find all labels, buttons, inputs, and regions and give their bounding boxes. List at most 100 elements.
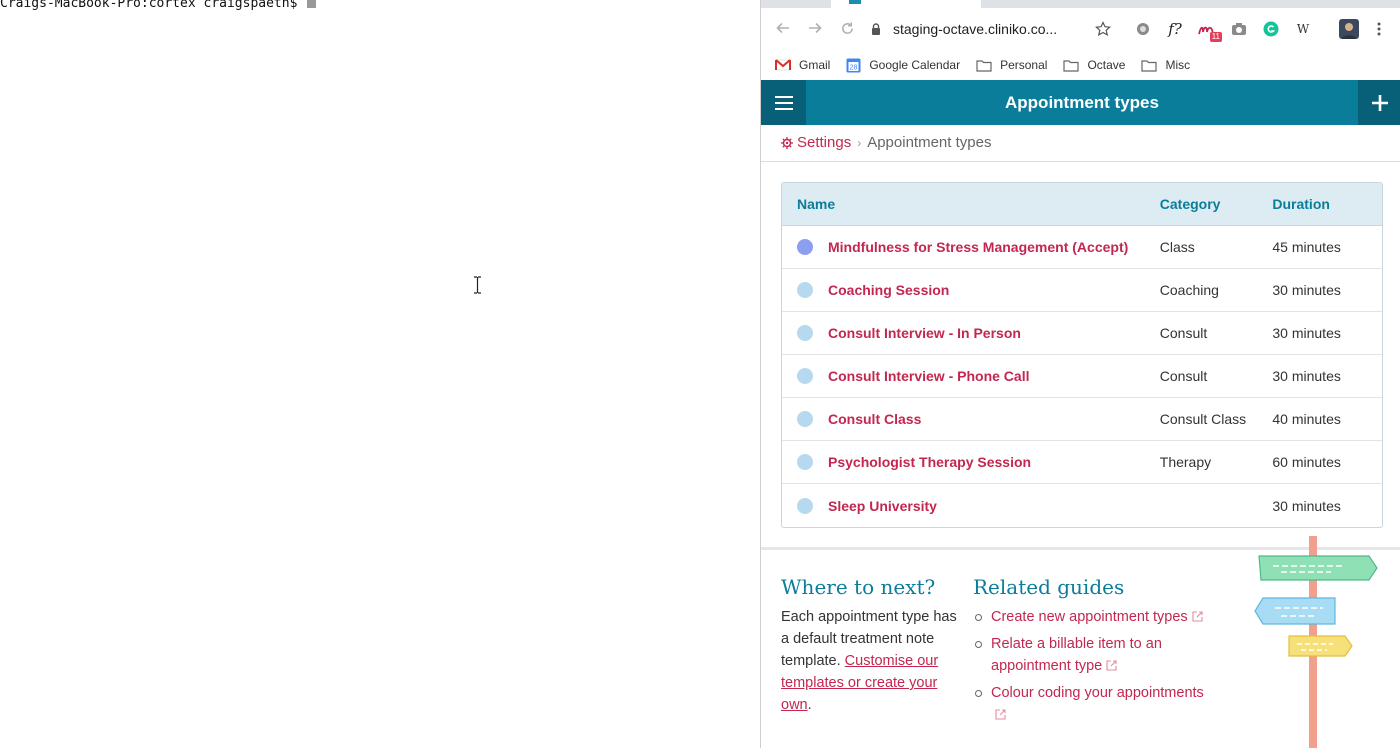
- chevron-right-icon: ›: [857, 135, 862, 150]
- bookmark-folder-personal[interactable]: Personal: [976, 58, 1047, 72]
- appointment-type-link[interactable]: Consult Interview - In Person: [828, 325, 1021, 341]
- table-row[interactable]: Consult Interview - Phone Call Consult 30 …: [782, 355, 1382, 398]
- table-row[interactable]: Coaching Session Coaching 30 minutes: [782, 269, 1382, 312]
- folder-icon: [1141, 59, 1158, 72]
- table-header: Name Category Duration: [782, 183, 1382, 226]
- guide-link-colour-coding[interactable]: Colour coding your appointments: [991, 685, 1204, 701]
- footer-help-section: Where to next? Each appointment type has…: [761, 536, 1400, 748]
- cell-duration: 45 minutes: [1272, 239, 1341, 255]
- cell-category: Coaching: [1159, 282, 1219, 298]
- appointment-type-link[interactable]: Coaching Session: [828, 282, 949, 298]
- tab-strip: [761, 0, 1400, 8]
- cell-name: Mindfulness for Stress Management (Accep…: [782, 239, 1160, 255]
- cell-duration: 30 minutes: [1272, 368, 1341, 384]
- bookmarks-bar: Gmail 28 Google Calendar Personal Octave…: [761, 50, 1400, 80]
- column-header-category: Category: [1159, 196, 1221, 212]
- terminal-cursor: [307, 0, 317, 8]
- breadcrumb-current: Appointment types: [867, 134, 992, 151]
- folder-icon: [976, 59, 992, 72]
- color-dot: [797, 239, 813, 255]
- appointment-type-link[interactable]: Sleep University: [828, 498, 937, 514]
- bookmark-folder-octave[interactable]: Octave: [1063, 58, 1125, 72]
- color-dot: [797, 454, 813, 470]
- extension-badge: 11: [1209, 32, 1222, 42]
- color-dot: [797, 368, 813, 384]
- column-header-name: Name: [797, 196, 836, 212]
- table-body: Mindfulness for Stress Management (Accep…: [782, 226, 1382, 527]
- bookmark-google-calendar[interactable]: 28 Google Calendar: [846, 58, 960, 73]
- back-icon[interactable]: [773, 18, 793, 38]
- tab-favicon: [849, 0, 861, 4]
- guide-item: Colour coding your appointments: [973, 682, 1223, 726]
- url-text: staging-octave.cliniko.co...: [893, 21, 1058, 37]
- signpost-illustration: [1254, 536, 1378, 748]
- related-guides-list: Create new appointment types Relate a bi…: [973, 606, 1223, 731]
- table-row[interactable]: Psychologist Therapy Session Therapy 60 mi…: [782, 441, 1382, 484]
- where-to-next-text: Each appointment type has a default trea…: [781, 609, 957, 713]
- cell-name: Consult Interview - Phone Call: [782, 368, 1160, 384]
- plus-icon: [1371, 94, 1388, 111]
- grammarly-icon[interactable]: [1261, 19, 1281, 39]
- cell-duration: 40 minutes: [1272, 411, 1341, 427]
- gmail-icon: [775, 59, 791, 71]
- calendar-icon: 28: [846, 58, 861, 72]
- color-dot: [797, 325, 813, 341]
- guide-link-relate-billable-item[interactable]: Relate a billable item to an appointment…: [991, 636, 1162, 674]
- browser-toolbar: staging-octave.cliniko.co... f? 11 W: [761, 8, 1400, 50]
- table-row[interactable]: Mindfulness for Stress Management (Accep…: [782, 226, 1382, 269]
- lock-icon: [872, 23, 880, 35]
- appointment-type-link[interactable]: Psychologist Therapy Session: [828, 454, 1031, 470]
- browser-window: staging-octave.cliniko.co... f? 11 W Gma…: [760, 0, 1400, 748]
- svg-text:28: 28: [850, 64, 858, 71]
- terminal-window[interactable]: Craigs-MacBook-Pro:cortex craigspaeth$: [0, 0, 760, 748]
- appointment-type-link[interactable]: Mindfulness for Stress Management (Accep…: [828, 239, 1128, 255]
- address-bar[interactable]: staging-octave.cliniko.co...: [869, 16, 1099, 42]
- color-dot: [797, 282, 813, 298]
- hamburger-menu-icon[interactable]: [761, 80, 806, 125]
- cell-duration: 30 minutes: [1272, 282, 1341, 298]
- guide-item: Create new appointment types: [973, 606, 1223, 628]
- cell-category: Consult: [1159, 368, 1208, 384]
- breadcrumb-settings-link[interactable]: Settings: [797, 134, 851, 151]
- divider: [761, 161, 1400, 162]
- app-header: Appointment types: [761, 80, 1400, 125]
- cell-category: Class: [1159, 239, 1195, 255]
- appointment-type-link[interactable]: Consult Interview - Phone Call: [828, 368, 1029, 384]
- extension-w-icon[interactable]: W: [1293, 19, 1313, 39]
- external-link-icon: [995, 709, 1006, 720]
- guide-item: Relate a billable item to an appointment…: [973, 633, 1223, 677]
- color-dot: [797, 411, 813, 427]
- guide-link-create-appointment-types[interactable]: Create new appointment types: [991, 609, 1188, 625]
- text-cursor-icon: [474, 276, 481, 294]
- reload-icon[interactable]: [837, 18, 857, 38]
- extension-m-icon[interactable]: 11: [1197, 19, 1222, 42]
- bookmark-gmail[interactable]: Gmail: [775, 58, 830, 72]
- more-menu-icon[interactable]: [1369, 19, 1389, 39]
- extension-gear-icon[interactable]: [1133, 19, 1153, 39]
- appointment-type-link[interactable]: Consult Class: [828, 411, 921, 427]
- color-dot: [797, 497, 813, 514]
- cell-category: Therapy: [1159, 454, 1212, 470]
- bookmark-star-icon[interactable]: [1093, 19, 1113, 39]
- table-row[interactable]: Consult Class Consult Class 40 minutes: [782, 398, 1382, 441]
- extension-f-icon[interactable]: f?: [1165, 19, 1185, 39]
- appointment-types-table: Name Category Duration Mindfulness for S…: [781, 182, 1383, 528]
- terminal-prompt: Craigs-MacBook-Pro:cortex craigspaeth$: [0, 0, 317, 13]
- cell-name: Coaching Session: [782, 282, 1160, 298]
- cell-name: Sleep University: [782, 497, 1160, 514]
- profile-avatar[interactable]: [1339, 19, 1359, 39]
- cell-name: Psychologist Therapy Session: [782, 454, 1160, 470]
- bookmark-folder-misc[interactable]: Misc: [1141, 58, 1190, 72]
- external-link-icon: [1106, 660, 1117, 671]
- camera-icon[interactable]: [1229, 19, 1249, 39]
- settings-gear-icon: [781, 136, 793, 149]
- folder-icon: [1063, 59, 1080, 72]
- forward-icon[interactable]: [805, 18, 825, 38]
- external-link-icon: [1192, 611, 1203, 622]
- add-appointment-type-button[interactable]: [1358, 80, 1400, 125]
- cell-duration: 60 minutes: [1272, 454, 1341, 470]
- column-header-duration: Duration: [1272, 196, 1330, 212]
- table-row[interactable]: Consult Interview - In Person Consult 30 m…: [782, 312, 1382, 355]
- cell-category: Consult Class: [1159, 411, 1247, 427]
- table-row[interactable]: Sleep University 30 minutes: [782, 484, 1382, 527]
